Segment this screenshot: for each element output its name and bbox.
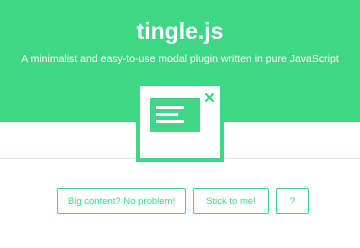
modal-text-line [156,113,178,116]
modal-text-line [156,106,184,109]
sticky-button[interactable]: Stick to me! [193,188,269,214]
modal-window-icon [136,82,224,162]
big-content-button[interactable]: Big content? No problem! [57,188,186,214]
page-title: tingle.js [136,18,224,44]
help-button[interactable]: ? [276,188,309,214]
modal-text-line [156,120,184,123]
page-subtitle: A minimalist and easy-to-use modal plugi… [21,53,339,65]
